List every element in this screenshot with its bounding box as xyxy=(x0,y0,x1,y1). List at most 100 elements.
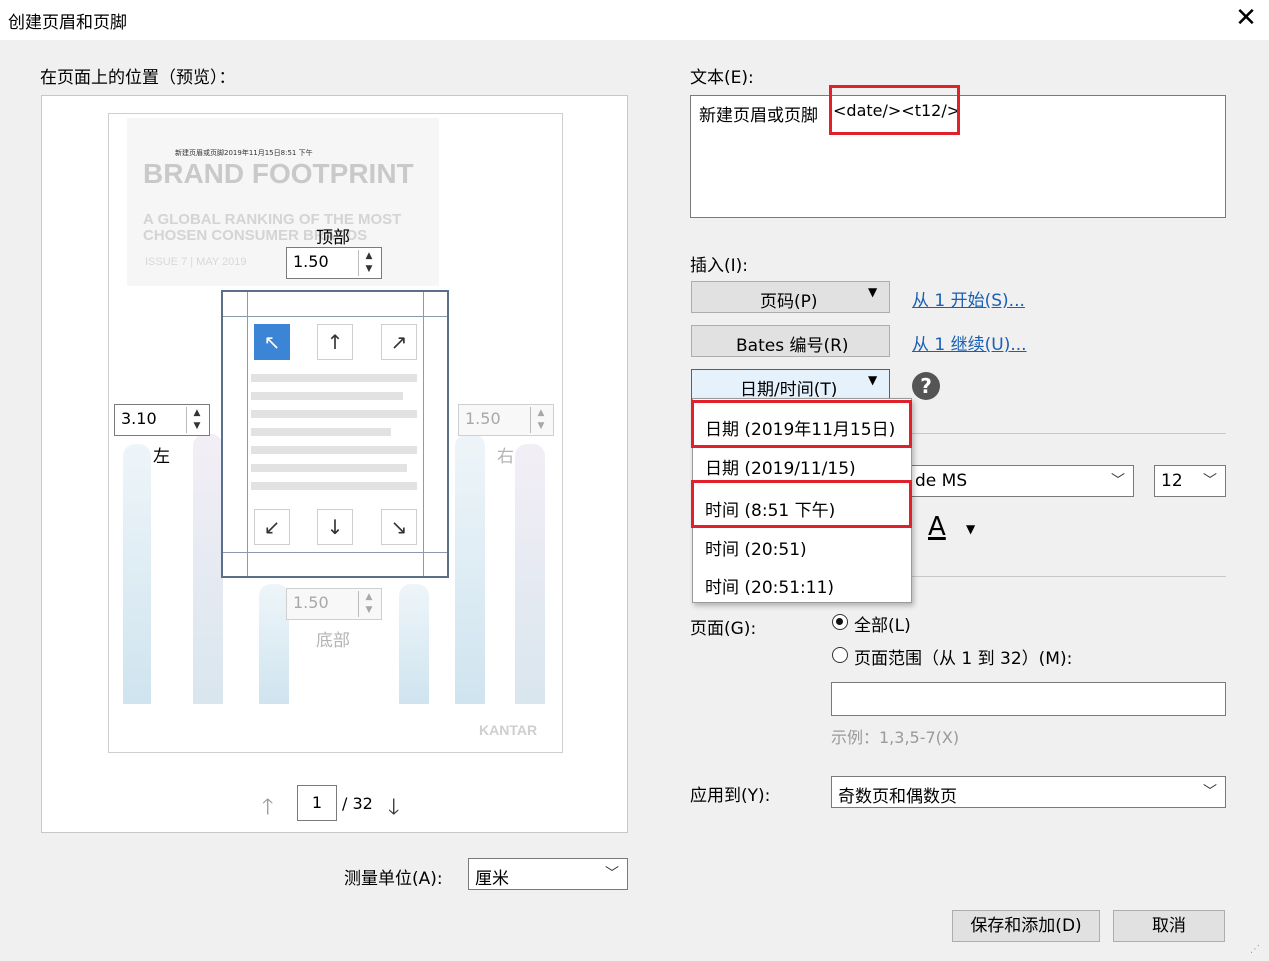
toothbrush-graphic xyxy=(515,444,545,704)
units-select[interactable]: 厘米 ﹀ xyxy=(468,858,628,890)
margin-box: ↖ ↑ ↗ ↙ ↓ ↘ xyxy=(221,290,449,578)
right-margin-spinner[interactable]: 1.50 ▲ ▼ xyxy=(458,404,554,436)
help-icon[interactable]: ? xyxy=(912,372,940,400)
spin-down-icon[interactable]: ▼ xyxy=(359,263,379,276)
save-and-add-button[interactable]: 保存和添加(D) xyxy=(952,910,1100,942)
datetime-dropdown-button[interactable]: 日期/时间(T) ▼ xyxy=(691,369,890,401)
menu-item-time-seconds[interactable]: 时间 (20:51:11) xyxy=(705,573,834,598)
text-placeholder-line xyxy=(251,410,417,418)
start-from-1-link[interactable]: 从 1 开始(S)... xyxy=(912,286,1025,311)
datetime-label: 日期/时间(T) xyxy=(740,380,838,400)
chevron-down-icon: ﹀ xyxy=(1203,784,1217,800)
bottom-margin-value: 1.50 xyxy=(293,593,329,612)
continue-from-1-link[interactable]: 从 1 继续(U)... xyxy=(912,330,1027,355)
apply-to-select[interactable]: 奇数页和偶数页 ﹀ xyxy=(831,776,1226,808)
top-margin-value: 1.50 xyxy=(293,252,329,271)
spin-down-icon[interactable]: ▼ xyxy=(359,604,379,617)
spin-down-icon[interactable]: ▼ xyxy=(187,420,207,433)
thumbnail-header-text: 新建页眉或页脚2019年11月15日8:51 下午 xyxy=(175,149,313,157)
spin-up-icon[interactable]: ▲ xyxy=(187,407,207,420)
top-margin-spinner[interactable]: 1.50 ▲ ▼ xyxy=(286,247,382,279)
page-range-label: 页面范围（从 1 到 32）(M): xyxy=(854,649,1073,669)
thumbnail-issue: ISSUE 7 | MAY 2019 xyxy=(145,256,247,268)
spin-up-icon[interactable]: ▲ xyxy=(531,407,551,420)
chevron-down-icon: ﹀ xyxy=(1203,473,1217,489)
menu-item-time-24h[interactable]: 时间 (20:51) xyxy=(705,535,807,560)
position-top-right-icon[interactable]: ↗ xyxy=(381,324,417,360)
text-input-plain: 新建页眉或页脚 xyxy=(699,106,818,126)
font-size-select[interactable]: 12 ﹀ xyxy=(1154,465,1226,497)
page-range-example: 示例：1,3,5-7(X) xyxy=(831,728,960,747)
toothbrush-graphic xyxy=(455,434,485,704)
margin-guide-bottom xyxy=(223,552,447,553)
margin-guide-left xyxy=(247,292,248,576)
bottom-margin-spinner[interactable]: 1.50 ▲ ▼ xyxy=(286,588,382,620)
top-margin-label: 顶部 xyxy=(316,228,350,248)
page-range-input[interactable] xyxy=(831,682,1226,716)
position-top-center-icon[interactable]: ↑ xyxy=(317,324,353,360)
toothbrush-graphic xyxy=(399,584,429,704)
title-bar xyxy=(0,0,1269,40)
text-placeholder-line xyxy=(251,446,417,454)
font-name-value: de MS xyxy=(915,471,968,491)
text-placeholder-line xyxy=(251,464,407,472)
cancel-button[interactable]: 取消 xyxy=(1113,910,1225,942)
position-bottom-left-icon[interactable]: ↙ xyxy=(254,509,290,545)
page-number-label: 页码(P) xyxy=(760,292,818,312)
highlight-box xyxy=(691,400,912,448)
apply-to-value: 奇数页和偶数页 xyxy=(838,787,957,807)
chevron-down-icon: ﹀ xyxy=(1111,473,1125,489)
spin-up-icon[interactable]: ▲ xyxy=(359,250,379,263)
pages-label: 页面(G): xyxy=(690,619,757,639)
divider xyxy=(912,433,1226,434)
toothbrush-graphic xyxy=(259,584,289,704)
toothbrush-graphic xyxy=(123,444,151,704)
thumbnail-logo: KANTAR xyxy=(479,722,538,738)
resize-grip-icon[interactable]: ⋰ xyxy=(1250,944,1260,955)
page-number-input[interactable]: 1 xyxy=(297,785,337,821)
font-color-icon[interactable]: A xyxy=(928,512,946,542)
bates-number-button[interactable]: Bates 编号(R) xyxy=(691,325,890,357)
right-margin-value: 1.50 xyxy=(465,409,501,428)
dropdown-arrow-icon: ▼ xyxy=(868,373,878,387)
font-size-value: 12 xyxy=(1161,471,1183,491)
thumbnail-brand-title: BRAND FOOTPRINT xyxy=(143,158,414,189)
radio-all-pages[interactable] xyxy=(832,614,848,630)
position-top-left-icon[interactable]: ↖ xyxy=(254,324,290,360)
text-placeholder-line xyxy=(251,482,417,490)
close-icon[interactable]: ✕ xyxy=(1232,4,1260,32)
position-bottom-center-icon[interactable]: ↓ xyxy=(317,509,353,545)
preview-label: 在页面上的位置（预览）： xyxy=(40,68,236,88)
thumbnail-subtitle-1: A GLOBAL RANKING OF THE MOST xyxy=(143,211,402,228)
left-margin-value: 3.10 xyxy=(121,409,157,428)
spin-down-icon[interactable]: ▼ xyxy=(531,420,551,433)
window-title: 创建页眉和页脚 xyxy=(8,13,127,33)
text-label: 文本(E): xyxy=(690,68,754,88)
text-placeholder-line xyxy=(251,428,391,436)
text-placeholder-line xyxy=(251,392,403,400)
next-page-icon[interactable]: 🡓 xyxy=(388,790,399,828)
menu-item-date-short[interactable]: 日期 (2019/11/15) xyxy=(705,454,856,479)
units-value: 厘米 xyxy=(475,869,509,889)
font-name-select[interactable]: de MS ﹀ xyxy=(900,465,1134,497)
left-margin-spinner[interactable]: 3.10 ▲ ▼ xyxy=(114,404,210,436)
bottom-margin-label: 底部 xyxy=(316,631,350,651)
spin-up-icon[interactable]: ▲ xyxy=(359,591,379,604)
page-total: / 32 xyxy=(342,794,373,813)
all-pages-label: 全部(L) xyxy=(854,616,911,636)
highlight-box xyxy=(691,480,912,528)
apply-to-label: 应用到(Y): xyxy=(690,786,771,806)
dropdown-arrow-icon: ▼ xyxy=(868,285,878,299)
bates-number-label: Bates 编号(R) xyxy=(736,336,849,356)
previous-page-icon[interactable]: 🡑 xyxy=(262,790,273,828)
page-number-dropdown-button[interactable]: 页码(P) ▼ xyxy=(691,281,890,313)
right-margin-label: 右 xyxy=(497,447,514,467)
position-bottom-right-icon[interactable]: ↘ xyxy=(381,509,417,545)
radio-page-range[interactable] xyxy=(832,647,848,663)
font-color-dropdown-icon[interactable]: ▼ xyxy=(966,522,975,536)
highlight-box xyxy=(829,85,960,135)
margin-guide-right xyxy=(423,292,424,576)
margin-guide-top xyxy=(223,316,447,317)
text-placeholder-line xyxy=(251,374,417,382)
left-margin-label: 左 xyxy=(153,447,170,467)
